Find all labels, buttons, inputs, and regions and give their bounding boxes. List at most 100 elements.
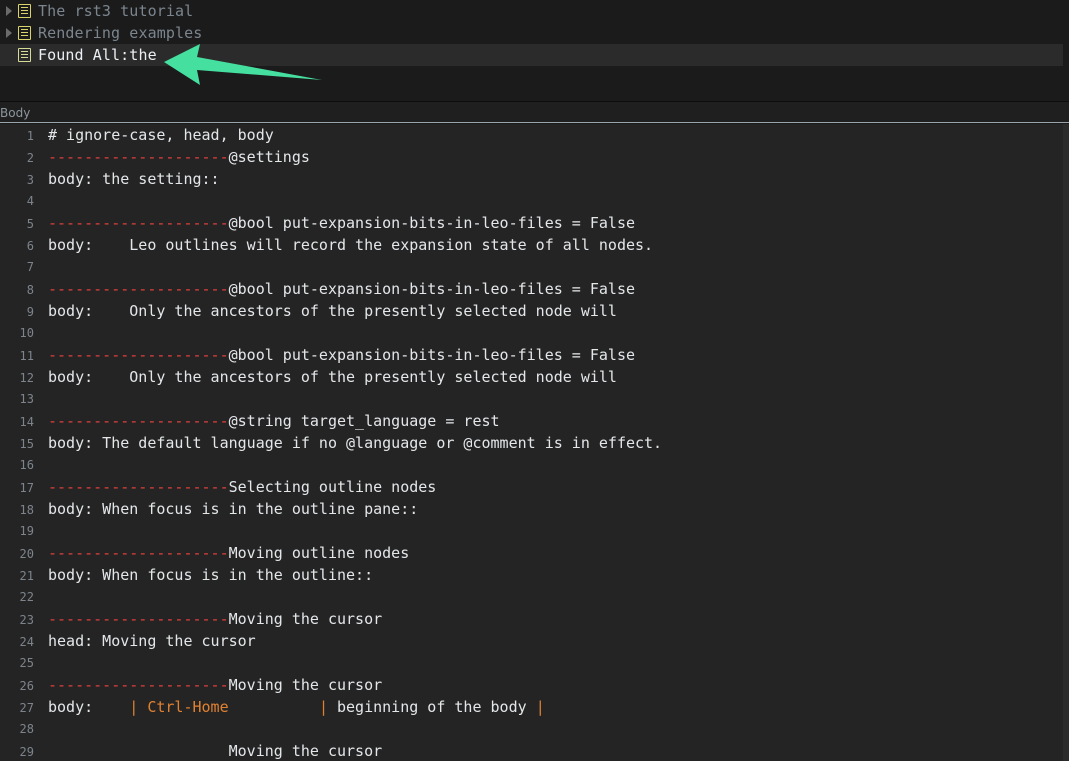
code-line[interactable]: 28 bbox=[0, 718, 1069, 740]
code-token: Moving the cursor bbox=[228, 610, 383, 628]
line-number: 11 bbox=[19, 349, 34, 363]
line-number: 26 bbox=[19, 679, 34, 693]
line-number: 9 bbox=[26, 305, 34, 319]
code-line[interactable]: 12 body: Only the ancestors of the presen… bbox=[0, 366, 1069, 388]
code-token: body: When focus is in the outline:: bbox=[48, 566, 374, 584]
code-line[interactable]: 20 --------------------Moving outline nod… bbox=[0, 542, 1069, 564]
code-line[interactable]: 24 head: Moving the cursor bbox=[0, 630, 1069, 652]
code-token: Selecting outline nodes bbox=[228, 478, 437, 496]
code-line[interactable]: 21 body: When focus is in the outline:: bbox=[0, 564, 1069, 586]
code-token: @bool put-expansion-bits-in-leo-files = … bbox=[228, 280, 636, 298]
code-line[interactable]: 3 body: the setting:: bbox=[0, 168, 1069, 190]
line-number: 13 bbox=[19, 392, 34, 406]
code-token: | bbox=[535, 698, 545, 716]
code-line[interactable]: 4 bbox=[0, 190, 1069, 212]
code-line[interactable]: 23 --------------------Moving the cursor bbox=[0, 608, 1069, 630]
code-token: -------------------- bbox=[48, 412, 229, 430]
line-number: 10 bbox=[19, 326, 34, 340]
code-line[interactable]: 18 body: When focus is in the outline pan… bbox=[0, 498, 1069, 520]
code-line[interactable]: 5 --------------------@bool put-expansion… bbox=[0, 212, 1069, 234]
code-line[interactable]: 1 # ignore-case, head, body bbox=[0, 124, 1069, 146]
line-text: body: | Ctrl-Home | beginning of the bod… bbox=[34, 696, 1069, 718]
code-line[interactable]: 14 --------------------@string target_lan… bbox=[0, 410, 1069, 432]
line-number: 29 bbox=[19, 745, 34, 759]
node-icon bbox=[18, 4, 31, 18]
code-line[interactable]: 11 --------------------@bool put-expansio… bbox=[0, 344, 1069, 366]
code-token: Ctrl-Home bbox=[147, 698, 229, 716]
body-editor[interactable]: 1 # ignore-case, head, body 2 -------------… bbox=[0, 124, 1069, 761]
editor-scrollbar[interactable] bbox=[1063, 124, 1069, 761]
code-line[interactable]: 10 bbox=[0, 322, 1069, 344]
line-number: 7 bbox=[26, 260, 34, 274]
line-text: # ignore-case, head, body bbox=[34, 124, 1069, 146]
code-line[interactable]: 13 bbox=[0, 388, 1069, 410]
code-token: body: The default language if no @langua… bbox=[48, 434, 663, 452]
code-line[interactable]: 16 bbox=[0, 454, 1069, 476]
line-number: 15 bbox=[19, 437, 34, 451]
code-line[interactable]: 8 --------------------@bool put-expansion… bbox=[0, 278, 1069, 300]
line-number: 4 bbox=[26, 194, 34, 208]
line-text: --------------------Moving the cursor bbox=[34, 674, 1069, 696]
line-text: --------------------@bool put-expansion-… bbox=[34, 344, 1069, 366]
outline-pane[interactable]: The rst3 tutorial Rendering examples Found… bbox=[0, 0, 1069, 101]
line-text: body: the setting:: bbox=[34, 168, 1069, 190]
code-line[interactable]: 27 body: | Ctrl-Home | beginning of the b… bbox=[0, 696, 1069, 718]
code-token: Moving outline nodes bbox=[228, 544, 410, 562]
code-token: -------------------- bbox=[48, 478, 229, 496]
line-text: --------------------@bool put-expansion-… bbox=[34, 278, 1069, 300]
body-pane-header: Body bbox=[0, 101, 1069, 123]
line-number: 18 bbox=[19, 503, 34, 517]
outline-row-label: Rendering examples bbox=[38, 24, 203, 42]
code-line[interactable]: 19 bbox=[0, 520, 1069, 542]
line-text: Moving the cursor bbox=[34, 740, 1069, 761]
code-line[interactable]: 7 bbox=[0, 256, 1069, 278]
code-token: head: Moving the cursor bbox=[48, 632, 256, 650]
code-token: Moving the cursor bbox=[228, 742, 383, 760]
code-token: -------------------- bbox=[48, 610, 229, 628]
line-text: --------------------@settings bbox=[34, 146, 1069, 168]
collapsed-triangle-icon[interactable] bbox=[2, 0, 18, 22]
line-number: 22 bbox=[19, 590, 34, 604]
code-line[interactable]: 26 --------------------Moving the cursor bbox=[0, 674, 1069, 696]
code-token: body: Only the ancestors of the presentl… bbox=[48, 368, 617, 386]
code-line[interactable]: 15 body: The default language if no @lang… bbox=[0, 432, 1069, 454]
code-token: -------------------- bbox=[48, 346, 229, 364]
code-token: -------------------- bbox=[48, 676, 229, 694]
line-number: 5 bbox=[26, 217, 34, 231]
outline-row[interactable]: Found All:the bbox=[0, 44, 1069, 66]
line-number: 20 bbox=[19, 547, 34, 561]
code-token: | bbox=[129, 698, 139, 716]
code-line[interactable]: 25 bbox=[0, 652, 1069, 674]
outline-row[interactable]: Rendering examples bbox=[0, 22, 1069, 44]
code-token: body: Leo outlines will record the expan… bbox=[48, 236, 654, 254]
line-number: 3 bbox=[26, 173, 34, 187]
line-number: 17 bbox=[19, 481, 34, 495]
line-text: --------------------Moving the cursor bbox=[34, 608, 1069, 630]
collapsed-triangle-icon[interactable] bbox=[2, 22, 18, 44]
code-line[interactable]: 29 Moving the cursor bbox=[0, 740, 1069, 761]
code-token: | bbox=[318, 698, 328, 716]
line-number: 19 bbox=[19, 524, 34, 538]
outline-row-label: Found All:the bbox=[38, 46, 157, 64]
code-line[interactable]: 6 body: Leo outlines will record the expa… bbox=[0, 234, 1069, 256]
outline-scrollbar[interactable] bbox=[1063, 0, 1069, 101]
code-line[interactable]: 2 --------------------@settings bbox=[0, 146, 1069, 168]
code-token: @bool put-expansion-bits-in-leo-files = … bbox=[228, 214, 636, 232]
code-token: -------------------- bbox=[48, 544, 229, 562]
line-text: body: When focus is in the outline pane:… bbox=[34, 498, 1069, 520]
code-line[interactable]: 17 --------------------Selecting outline … bbox=[0, 476, 1069, 498]
line-number: 23 bbox=[19, 613, 34, 627]
line-text: --------------------Moving outline nodes bbox=[34, 542, 1069, 564]
outline-row[interactable]: The rst3 tutorial bbox=[0, 0, 1069, 22]
line-number: 21 bbox=[19, 569, 34, 583]
code-token: @bool put-expansion-bits-in-leo-files = … bbox=[228, 346, 636, 364]
line-number: 28 bbox=[19, 722, 34, 736]
code-line[interactable]: 9 body: Only the ancestors of the present… bbox=[0, 300, 1069, 322]
line-number: 8 bbox=[26, 283, 34, 297]
line-text: body: Leo outlines will record the expan… bbox=[34, 234, 1069, 256]
code-line[interactable]: 22 bbox=[0, 586, 1069, 608]
line-text: body: The default language if no @langua… bbox=[34, 432, 1069, 454]
body-pane-label: Body bbox=[0, 106, 31, 120]
